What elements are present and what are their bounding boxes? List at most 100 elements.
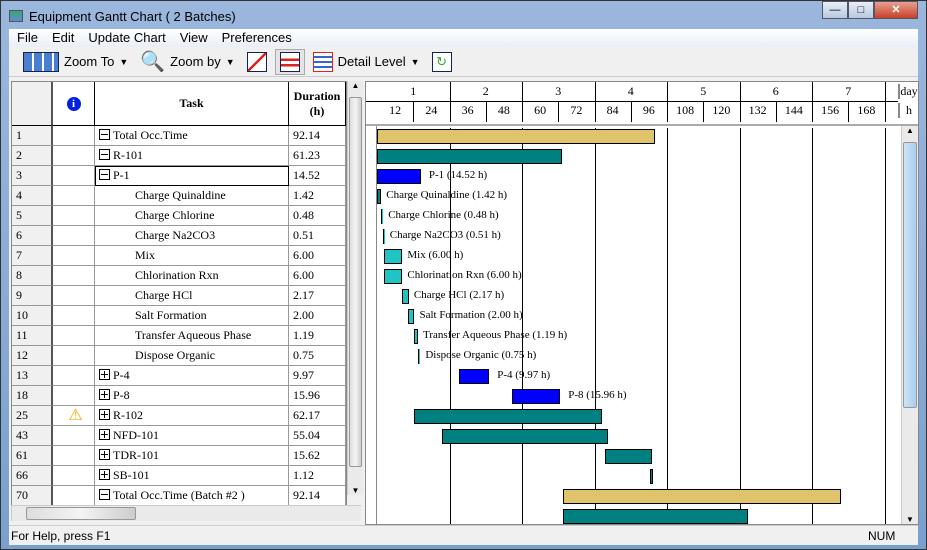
task-cell[interactable]: R-101	[95, 146, 289, 166]
gantt-bar-procedure[interactable]	[459, 369, 490, 384]
task-cell[interactable]: Chlorination Rxn	[95, 266, 289, 286]
gantt-bar-total[interactable]	[563, 489, 842, 504]
expand-icon[interactable]	[99, 389, 110, 400]
task-cell[interactable]: Charge HCl	[95, 286, 289, 306]
gantt-bar-operation[interactable]	[381, 209, 384, 224]
gantt-view-button[interactable]	[243, 50, 271, 74]
task-cell[interactable]: Total Occ.Time	[95, 126, 289, 146]
table-horizontal-scrollbar[interactable]	[11, 505, 361, 521]
gantt-bars-button[interactable]	[274, 48, 305, 75]
row-number[interactable]: 70	[12, 486, 53, 506]
task-cell[interactable]: NFD-101	[95, 426, 289, 446]
gantt-bar-procedure[interactable]	[377, 169, 421, 184]
gantt-bar-equipment[interactable]	[649, 469, 654, 484]
collapse-icon[interactable]	[99, 149, 110, 160]
task-cell[interactable]: Charge Quinaldine	[95, 186, 289, 206]
menu-edit[interactable]: Edit	[46, 29, 82, 47]
zoom-to-button[interactable]: Zoom To ▼	[19, 50, 132, 74]
gantt-bar-operation[interactable]	[418, 349, 421, 364]
row-number[interactable]: 10	[12, 306, 53, 326]
maximize-button[interactable]: □	[848, 1, 874, 19]
task-cell[interactable]: P-4	[95, 366, 289, 386]
detail-level-button[interactable]: Detail Level ▼	[309, 50, 424, 74]
row-number[interactable]: 11	[12, 326, 53, 346]
menu-update-chart[interactable]: Update Chart	[82, 29, 173, 47]
gantt-bar-operation_dark[interactable]	[377, 189, 382, 204]
row-number[interactable]: 66	[12, 466, 53, 486]
gantt-bar-operation[interactable]	[402, 289, 409, 304]
row-number[interactable]: 1	[12, 126, 53, 146]
gantt-bar-procedure[interactable]	[512, 389, 561, 404]
task-cell[interactable]: TDR-101	[95, 446, 289, 466]
gantt-bar-total[interactable]	[377, 129, 656, 144]
gantt-bar-equipment[interactable]	[441, 429, 609, 444]
collapse-icon[interactable]	[99, 129, 110, 140]
row-number[interactable]: 7	[12, 246, 53, 266]
gantt-bar-equipment[interactable]	[563, 509, 749, 524]
detail-level-label: Detail Level	[337, 54, 406, 69]
hour-unit-label: h	[898, 103, 918, 118]
row-number[interactable]: 6	[12, 226, 53, 246]
gantt-bar-operation[interactable]	[408, 309, 415, 324]
scroll-up-arrow[interactable]: ▲	[902, 126, 918, 135]
task-cell[interactable]: SB-101	[95, 466, 289, 486]
row-number[interactable]: 5	[12, 206, 53, 226]
row-number[interactable]: 2	[12, 146, 53, 166]
gantt-bar-operation[interactable]	[382, 229, 385, 244]
row-number[interactable]: 25	[12, 406, 53, 426]
gantt-bar-operation[interactable]	[384, 269, 403, 284]
expand-icon[interactable]	[99, 449, 110, 460]
task-cell[interactable]: Mix	[95, 246, 289, 266]
gantt-bar-operation[interactable]	[414, 329, 419, 344]
expand-icon[interactable]	[99, 409, 110, 420]
table-vertical-scrollbar[interactable]: ▲ ▼	[347, 81, 363, 495]
row-number[interactable]: 61	[12, 446, 53, 466]
gantt-bar-equipment[interactable]	[604, 449, 652, 464]
task-cell[interactable]: Transfer Aqueous Phase	[95, 326, 289, 346]
menu-preferences[interactable]: Preferences	[216, 29, 300, 47]
info-cell	[53, 146, 95, 166]
menu-file[interactable]: File	[11, 29, 46, 47]
expand-icon[interactable]	[99, 369, 110, 380]
chart-vertical-scrollbar[interactable]: ▲ ▼	[901, 126, 918, 524]
refresh-button[interactable]: ↻	[428, 50, 456, 74]
gantt-bar-operation[interactable]	[384, 249, 403, 264]
duration-header[interactable]: Duration (h)	[289, 82, 346, 126]
minimize-button[interactable]: —	[822, 1, 848, 19]
scroll-up-arrow[interactable]: ▲	[348, 81, 363, 90]
row-number[interactable]: 9	[12, 286, 53, 306]
row-number[interactable]: 13	[12, 366, 53, 386]
task-name: Transfer Aqueous Phase	[135, 328, 252, 342]
duration-cell: 1.12	[289, 466, 346, 486]
row-number[interactable]: 12	[12, 346, 53, 366]
task-cell[interactable]: P-1	[95, 166, 289, 186]
task-cell[interactable]: P-8	[95, 386, 289, 406]
row-number[interactable]: 8	[12, 266, 53, 286]
expand-icon[interactable]	[99, 469, 110, 480]
row-number[interactable]: 18	[12, 386, 53, 406]
expand-icon[interactable]	[99, 429, 110, 440]
collapse-icon[interactable]	[99, 489, 110, 500]
collapse-icon[interactable]	[99, 169, 110, 180]
scroll-thumb[interactable]	[349, 97, 362, 467]
task-cell[interactable]: Salt Formation	[95, 306, 289, 326]
zoom-by-button[interactable]: 🔍 Zoom by ▼	[136, 47, 238, 76]
row-number[interactable]: 4	[12, 186, 53, 206]
hscroll-thumb[interactable]	[26, 507, 136, 520]
bar-label: Charge Na2CO3 (0.51 h)	[389, 229, 501, 241]
scroll-thumb[interactable]	[903, 142, 917, 408]
gantt-bar-equipment[interactable]	[377, 149, 562, 164]
task-cell[interactable]: Dispose Organic	[95, 346, 289, 366]
task-header[interactable]: Task	[95, 82, 289, 126]
row-number[interactable]: 43	[12, 426, 53, 446]
menu-view[interactable]: View	[174, 29, 216, 47]
scroll-down-arrow[interactable]: ▼	[902, 515, 918, 524]
row-number[interactable]: 3	[12, 166, 53, 186]
close-button[interactable]: ✕	[874, 1, 918, 19]
task-cell[interactable]: Charge Chlorine	[95, 206, 289, 226]
task-cell[interactable]: Total Occ.Time (Batch #2 )	[95, 486, 289, 506]
task-cell[interactable]: R-102	[95, 406, 289, 426]
task-cell[interactable]: Charge Na2CO3	[95, 226, 289, 246]
scroll-down-arrow[interactable]: ▼	[348, 486, 363, 495]
gantt-bar-equipment[interactable]	[414, 409, 602, 424]
